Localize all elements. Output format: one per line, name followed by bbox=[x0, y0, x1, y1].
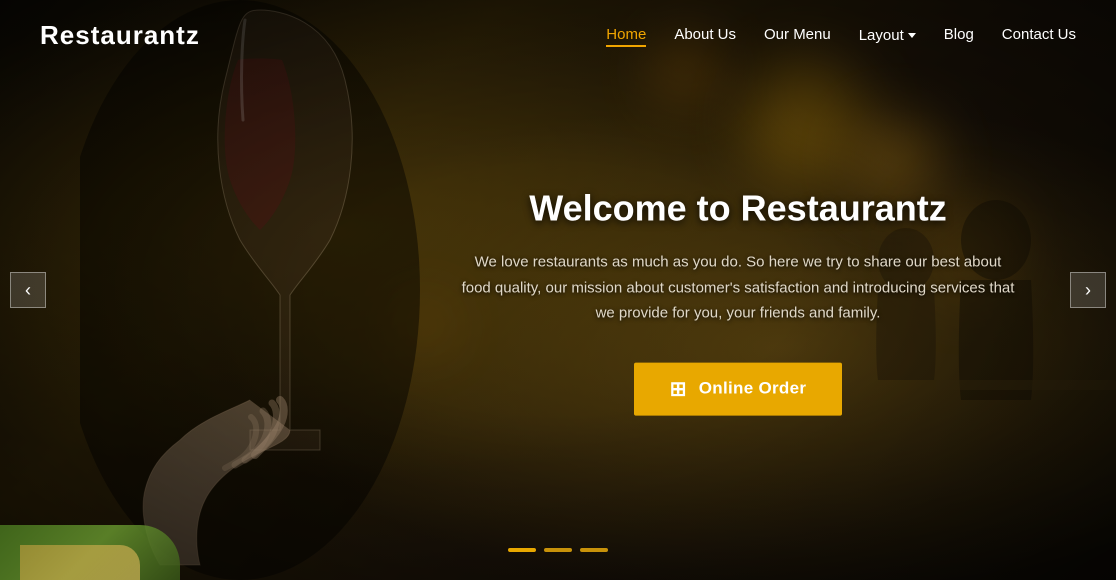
nav-item-about[interactable]: About Us bbox=[674, 26, 736, 44]
nav-link-home[interactable]: Home bbox=[606, 26, 646, 47]
nav-item-layout[interactable]: Layout bbox=[859, 27, 916, 44]
navbar: Restaurantz Home About Us Our Menu Layou… bbox=[0, 0, 1116, 70]
nav-item-blog[interactable]: Blog bbox=[944, 26, 974, 44]
nav-item-home[interactable]: Home bbox=[606, 26, 646, 44]
carousel-dots bbox=[508, 548, 608, 552]
nav-item-contact[interactable]: Contact Us bbox=[1002, 26, 1076, 44]
left-arrow-icon: ‹ bbox=[25, 280, 31, 301]
carousel-dot-1[interactable] bbox=[508, 548, 536, 552]
brand-logo[interactable]: Restaurantz bbox=[40, 20, 200, 51]
hero-content: Welcome to Restaurantz We love restauran… bbox=[438, 188, 1038, 416]
hero-section: Restaurantz Home About Us Our Menu Layou… bbox=[0, 0, 1116, 580]
nav-links: Home About Us Our Menu Layout Blog Conta… bbox=[606, 26, 1076, 44]
nav-link-layout[interactable]: Layout bbox=[859, 27, 916, 44]
nav-link-menu[interactable]: Our Menu bbox=[764, 26, 831, 43]
carousel-dot-3[interactable] bbox=[580, 548, 608, 552]
carousel-prev-button[interactable]: ‹ bbox=[10, 272, 46, 308]
online-order-button[interactable]: ⊞ Online Order bbox=[634, 362, 843, 415]
carousel-dot-2[interactable] bbox=[544, 548, 572, 552]
nav-item-menu[interactable]: Our Menu bbox=[764, 26, 831, 44]
carousel-next-button[interactable]: › bbox=[1070, 272, 1106, 308]
hero-title: Welcome to Restaurantz bbox=[438, 188, 1038, 230]
right-arrow-icon: › bbox=[1085, 280, 1091, 301]
order-icon: ⊞ bbox=[670, 376, 687, 401]
nav-link-blog[interactable]: Blog bbox=[944, 26, 974, 43]
hero-subtitle: We love restaurants as much as you do. S… bbox=[458, 250, 1018, 327]
chevron-down-icon bbox=[908, 33, 916, 38]
food-decoration-2 bbox=[20, 545, 140, 580]
order-button-label: Online Order bbox=[699, 379, 807, 399]
nav-link-about[interactable]: About Us bbox=[674, 26, 736, 43]
nav-link-contact[interactable]: Contact Us bbox=[1002, 26, 1076, 43]
